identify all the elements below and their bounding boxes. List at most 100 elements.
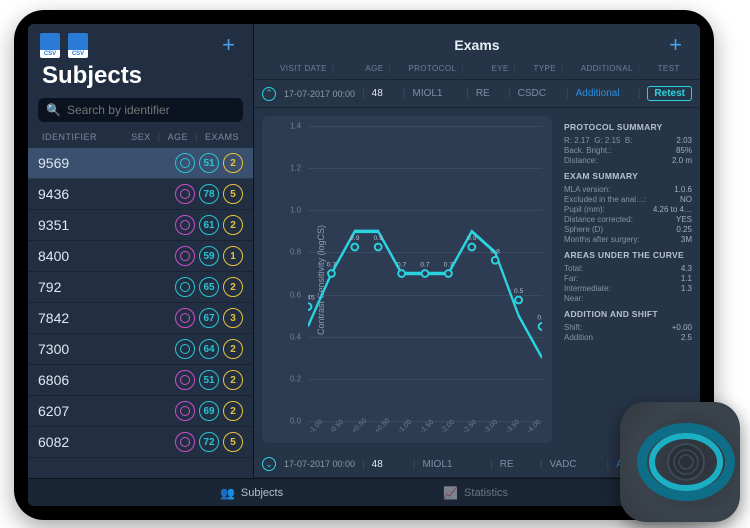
tab-statistics[interactable]: 📈 Statistics: [443, 486, 508, 500]
exams-badge: 5: [223, 432, 243, 452]
summary-heading: EXAM SUMMARY: [564, 171, 692, 181]
age-badge: 51: [199, 153, 219, 173]
age-badge: 78: [199, 184, 219, 204]
summary-heading: PROTOCOL SUMMARY: [564, 122, 692, 132]
exam-eye: RE: [476, 88, 490, 99]
exam-additional[interactable]: Additional: [576, 88, 620, 99]
summary-kv: Excluded in the anal…:NO: [564, 194, 692, 204]
tab-subjects-label: Subjects: [241, 487, 283, 499]
export-csv-icon[interactable]: [40, 33, 60, 57]
svg-text:0.9: 0.9: [467, 235, 477, 242]
search-icon: 🔍: [46, 103, 61, 117]
exams-badge: 5: [223, 184, 243, 204]
subject-row[interactable]: 6806 512: [28, 365, 253, 396]
header-sex: SEX: [131, 132, 151, 142]
bottom-bar: 👥 Subjects 📈 Statistics: [28, 478, 700, 506]
svg-text:0.9: 0.9: [350, 235, 360, 242]
sidebar: + Subjects 🔍 IDENTIFIER SEX| AGE| EXAMS …: [28, 24, 254, 478]
subject-row[interactable]: 9436785: [28, 179, 253, 210]
subject-id: 6806: [38, 372, 69, 388]
app-screen: + Subjects 🔍 IDENTIFIER SEX| AGE| EXAMS …: [28, 24, 700, 506]
exams-badge: 2: [223, 153, 243, 173]
subject-badges: 673: [175, 308, 243, 328]
exams-badge: 2: [223, 277, 243, 297]
content-title: Exams: [454, 37, 499, 53]
age-badge: 61: [199, 215, 219, 235]
exam-header: VISIT DATE: [280, 64, 327, 73]
exam-header: TYPE: [533, 64, 556, 73]
subject-badges: 652: [175, 277, 243, 297]
search-input[interactable]: [67, 103, 235, 117]
exam-header: PROTOCOL: [408, 64, 456, 73]
exam-age: 48: [372, 88, 383, 99]
svg-text:0.5: 0.5: [514, 288, 524, 295]
tab-statistics-label: Statistics: [464, 487, 508, 499]
age-badge: 59: [199, 246, 219, 266]
sex-icon: [175, 308, 195, 328]
summary-kv: Addition2.5: [564, 332, 692, 342]
subject-badges: 591: [175, 246, 243, 266]
subject-id: 7300: [38, 341, 69, 357]
retest-button[interactable]: Retest: [647, 86, 692, 101]
export-icons: [40, 33, 88, 57]
summary-kv: Back. Bright.:85%: [564, 145, 692, 155]
exam-row-expanded: ⌃17-07-2017 00:00|48|MIOL1|RE|CSDC|Addit…: [254, 80, 700, 108]
exam-header: EYE: [491, 64, 508, 73]
svg-text:0.7: 0.7: [327, 262, 337, 269]
expand-toggle[interactable]: ⌄: [262, 457, 276, 471]
subject-list[interactable]: 956951294367859351612 8400 591 792652 7842 67…: [28, 148, 253, 478]
subject-row[interactable]: 8400 591: [28, 241, 253, 272]
subject-badges: 512: [175, 153, 243, 173]
subject-row[interactable]: 6207692: [28, 396, 253, 427]
age-badge: 65: [199, 277, 219, 297]
summary-kv: Near:: [564, 293, 692, 303]
exam-header: ADDITIONAL: [581, 64, 633, 73]
subject-id: 6082: [38, 434, 69, 450]
sex-icon: [175, 370, 195, 390]
summary-heading: AREAS UNDER THE CURVE: [564, 250, 692, 260]
summary-kv: Pupil (mm):4.26 to 4…: [564, 204, 692, 214]
exam-header: TEST: [658, 64, 680, 73]
subject-badges: 642: [175, 339, 243, 359]
exams-badge: 3: [223, 308, 243, 328]
subject-badges: 725: [175, 432, 243, 452]
subject-id: 7842: [38, 310, 69, 326]
age-badge: 72: [199, 432, 219, 452]
summary-kv: Far:1.1: [564, 273, 692, 283]
exams-badge: 2: [223, 215, 243, 235]
subject-row[interactable]: 7300 642: [28, 334, 253, 365]
summary-heading: ADDITION AND SHIFT: [564, 309, 692, 319]
tab-subjects[interactable]: 👥 Subjects: [220, 486, 283, 500]
age-badge: 67: [199, 308, 219, 328]
visit-date: 17-07-2017 00:00: [284, 89, 355, 99]
statistics-icon: 📈: [443, 486, 458, 500]
add-subject-button[interactable]: +: [216, 32, 241, 58]
subject-row[interactable]: 9351612: [28, 210, 253, 241]
age-badge: 69: [199, 401, 219, 421]
export-csv-icon-2[interactable]: [68, 33, 88, 57]
subject-row[interactable]: 792652: [28, 272, 253, 303]
age-badge: 64: [199, 339, 219, 359]
summary-kv: MLA version:1.0.6: [564, 184, 692, 194]
subject-row[interactable]: 9569512: [28, 148, 253, 179]
expand-toggle[interactable]: ⌃: [262, 87, 276, 101]
exams-badge: 2: [223, 401, 243, 421]
subjects-icon: 👥: [220, 486, 235, 500]
svg-text:0.9: 0.9: [373, 235, 383, 242]
app-icon: [620, 402, 740, 522]
exam-type: VADC: [550, 459, 577, 470]
tablet-frame: + Subjects 🔍 IDENTIFIER SEX| AGE| EXAMS …: [14, 10, 714, 520]
exam-protocol: MIOL1: [412, 88, 442, 99]
subject-badges: 512: [175, 370, 243, 390]
subject-list-headers: IDENTIFIER SEX| AGE| EXAMS: [28, 128, 253, 148]
subject-row[interactable]: 6082 725: [28, 427, 253, 458]
subject-id: 8400: [38, 248, 69, 264]
main-area: + Subjects 🔍 IDENTIFIER SEX| AGE| EXAMS …: [28, 24, 700, 478]
subject-row[interactable]: 7842 673: [28, 303, 253, 334]
subject-badges: 785: [175, 184, 243, 204]
exam-column-headers: VISIT DATE|AGE|PROTOCOL|EYE|TYPE|ADDITIO…: [254, 58, 700, 80]
search-box[interactable]: 🔍: [38, 98, 243, 122]
add-exam-button[interactable]: +: [663, 32, 688, 58]
sex-icon: [175, 339, 195, 359]
summary-kv: Distance corrected:YES: [564, 214, 692, 224]
